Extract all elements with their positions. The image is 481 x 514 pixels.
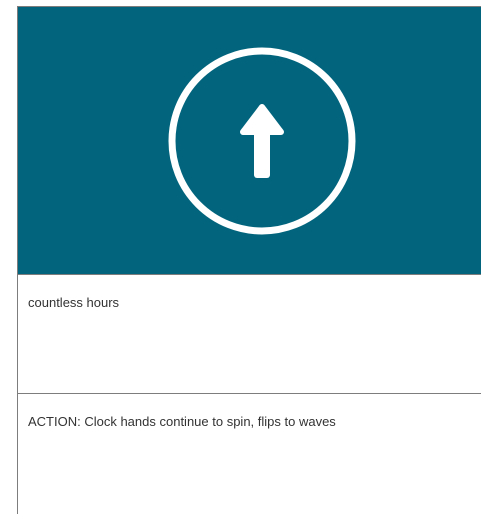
arrow-up-icon bbox=[168, 47, 356, 235]
arrow-head bbox=[240, 104, 284, 135]
text-block-action: ACTION: Clock hands continue to spin, fl… bbox=[18, 394, 481, 514]
text-block-label: ACTION: Clock hands continue to spin, fl… bbox=[28, 414, 336, 429]
hero-illustration bbox=[18, 7, 481, 275]
page: countless hours ACTION: Clock hands cont… bbox=[0, 0, 481, 514]
text-block-label: countless hours bbox=[28, 295, 120, 310]
text-block-countless-hours: countless hours bbox=[18, 275, 481, 394]
storyboard-panel: countless hours ACTION: Clock hands cont… bbox=[17, 6, 481, 514]
